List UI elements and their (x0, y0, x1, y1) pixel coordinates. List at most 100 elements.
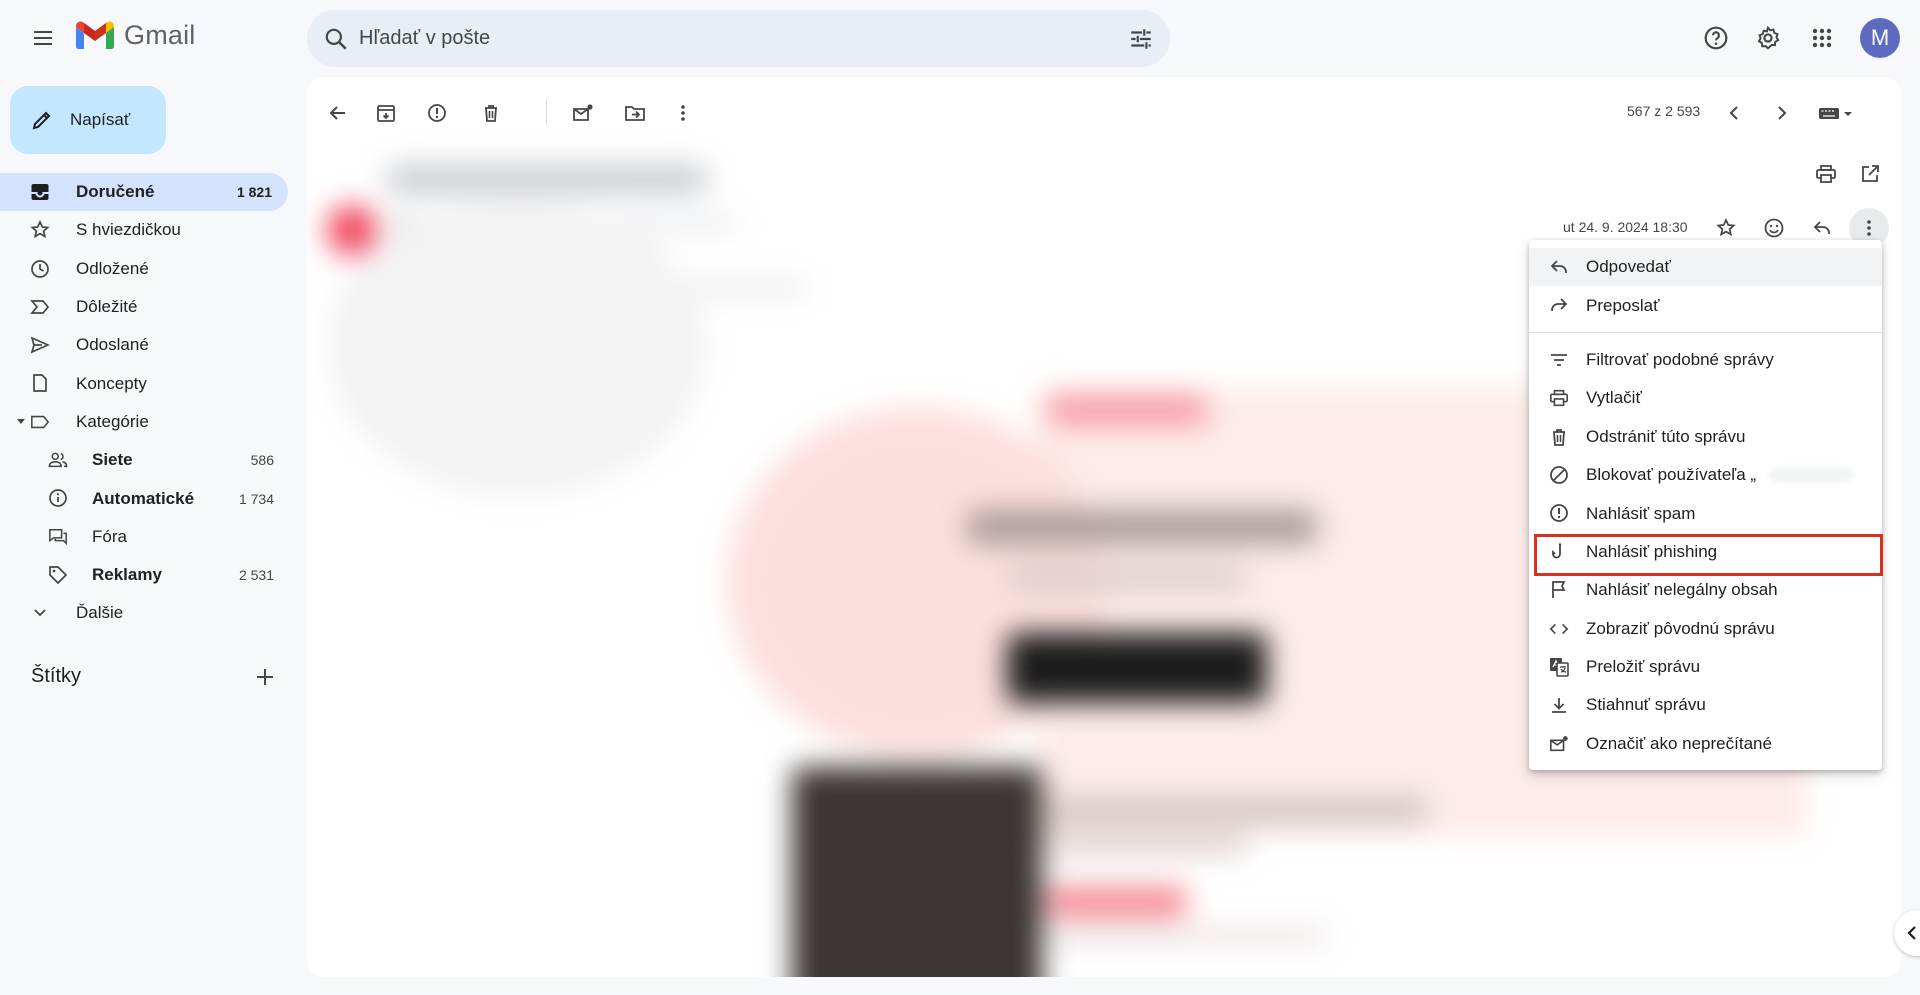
arrow-back-icon (329, 106, 345, 120)
sidebar-item-label: Automatické (92, 488, 195, 508)
sidebar-item-label: S hviezdičkou (76, 220, 181, 240)
gmail-logo[interactable]: Gmail (76, 20, 196, 51)
menu-item-label: Vytlačiť (1586, 388, 1642, 408)
menu-item-label: Nahlásiť phishing (1586, 541, 1718, 561)
menu-item-print[interactable]: Vytlačiť (1529, 379, 1882, 417)
people-icon (48, 450, 68, 470)
input-tools-button[interactable] (1810, 93, 1862, 133)
important-icon (30, 297, 50, 317)
menu-item-label: Preložiť správu (1586, 657, 1701, 677)
search-bar[interactable] (307, 10, 1170, 67)
block-icon (1549, 465, 1569, 485)
more-vert-icon (1867, 220, 1871, 236)
sidebar-item-label: Doručené (76, 182, 155, 202)
message-date: ut 24. 9. 2024 18:30 (1563, 219, 1688, 235)
phishing-hook-icon (1549, 542, 1569, 562)
search-options-icon[interactable] (1128, 26, 1154, 52)
menu-item-report-phishing[interactable]: Nahlásiť phishing (1529, 533, 1883, 577)
trash-icon (485, 105, 497, 122)
pencil-icon (32, 111, 51, 130)
menu-item-label: Odstrániť túto správu (1586, 426, 1746, 446)
menu-item-reply[interactable]: Odpovedať (1529, 248, 1882, 287)
hamburger-icon (34, 31, 52, 45)
mark-unread-icon (1549, 734, 1569, 754)
menu-item-mark-unread[interactable]: Označiť ako neprečítané (1529, 725, 1882, 763)
sidebar-item-more[interactable]: Ďalšie (0, 594, 290, 632)
clock-icon (30, 259, 50, 279)
sidebar-item-forums[interactable]: Fóra (0, 518, 290, 556)
reply-icon (1813, 221, 1830, 234)
unread-count: 2 531 (238, 567, 274, 584)
help-button[interactable] (1696, 18, 1736, 58)
mark-unread-icon (573, 104, 593, 121)
sidebar-item-important[interactable]: Dôležité (0, 288, 290, 326)
sidebar-item-label: Reklamy (92, 565, 162, 585)
delete-button[interactable] (471, 93, 511, 133)
labels-header: Štítky (31, 665, 82, 687)
search-input[interactable] (359, 10, 1059, 67)
forum-icon (48, 527, 68, 547)
sidebar-item-starred[interactable]: S hviezdičkou (0, 211, 290, 249)
menu-item-translate[interactable]: Preložiť správu (1529, 648, 1882, 686)
sidebar-item-inbox[interactable]: Doručené 1 821 (0, 173, 288, 212)
account-avatar[interactable]: M (1860, 18, 1900, 58)
sidebar-item-label: Koncepty (76, 373, 147, 393)
move-to-button[interactable] (615, 93, 655, 133)
caret-down-icon[interactable] (16, 418, 26, 426)
menu-item-report-spam[interactable]: Nahlásiť spam (1529, 494, 1882, 532)
mark-unread-button[interactable] (563, 93, 603, 133)
filter-icon (1549, 350, 1569, 370)
settings-button[interactable] (1748, 18, 1788, 58)
apps-button[interactable] (1802, 18, 1842, 58)
menu-item-forward[interactable]: Preposlať (1529, 286, 1882, 324)
menu-item-block[interactable]: Blokovať používateľa „ (1529, 456, 1882, 494)
newer-button[interactable] (1714, 93, 1754, 133)
send-icon (30, 335, 50, 355)
back-button[interactable] (318, 93, 358, 133)
sidebar-item-label: Siete (92, 450, 133, 470)
menu-item-label: Odpovedať (1586, 257, 1671, 277)
menu-item-download[interactable]: Stiahnuť správu (1529, 686, 1882, 724)
add-label-icon[interactable] (254, 666, 276, 688)
new-window-button[interactable] (1850, 154, 1890, 194)
print-icon (1816, 165, 1836, 183)
sidebar-item-social[interactable]: Siete 586 (0, 441, 290, 479)
gear-icon (1757, 25, 1780, 50)
sidebar-item-sent[interactable]: Odoslané (0, 326, 290, 364)
archive-button[interactable] (366, 93, 406, 133)
print-all-button[interactable] (1806, 154, 1846, 194)
sidebar-item-snoozed[interactable]: Odložené (0, 250, 290, 288)
sidebar-item-categories[interactable]: Kategórie (0, 403, 290, 441)
sidebar-item-drafts[interactable]: Koncepty (0, 364, 290, 402)
sidebar-item-label: Odoslané (76, 335, 149, 355)
menu-item-label: Filtrovať podobné správy (1586, 349, 1774, 369)
code-icon (1549, 619, 1569, 639)
menu-item-show-original[interactable]: Zobraziť pôvodnú správu (1529, 610, 1882, 648)
menu-item-delete[interactable]: Odstrániť túto správu (1529, 418, 1882, 456)
more-actions-button[interactable] (663, 93, 703, 133)
toolbar-divider (546, 99, 547, 125)
emoji-icon (1764, 218, 1784, 238)
sidebar-item-promotions[interactable]: Reklamy 2 531 (0, 556, 290, 594)
menu-item-report-illegal[interactable]: Nahlásiť nelegálny obsah (1529, 571, 1882, 609)
top-bar: Gmail M (0, 0, 1920, 76)
sidebar-item-updates[interactable]: Automatické 1 734 (0, 479, 290, 517)
app-name: Gmail (124, 20, 196, 50)
star-icon (30, 220, 50, 240)
message-actions-menu: Odpovedať Preposlať Filtrovať podobné sp… (1529, 240, 1883, 770)
menu-item-filter[interactable]: Filtrovať podobné správy (1529, 341, 1882, 379)
translate-icon (1549, 657, 1569, 677)
more-vert-icon (681, 105, 685, 121)
menu-item-label: Blokovať používateľa „ (1586, 465, 1757, 485)
sidebar-item-label: Odložené (76, 258, 149, 278)
main-menu-button[interactable] (23, 18, 63, 58)
search-icon[interactable] (323, 26, 349, 52)
tag-icon (48, 565, 68, 585)
report-spam-button[interactable] (417, 93, 457, 133)
compose-label: Napísať (70, 110, 131, 129)
sidebar-item-label: Dôležité (76, 297, 138, 317)
menu-item-label: Nahlásiť nelegálny obsah (1586, 580, 1778, 600)
compose-button[interactable]: Napísať (10, 86, 166, 154)
report-icon (428, 104, 446, 122)
older-button[interactable] (1762, 93, 1802, 133)
